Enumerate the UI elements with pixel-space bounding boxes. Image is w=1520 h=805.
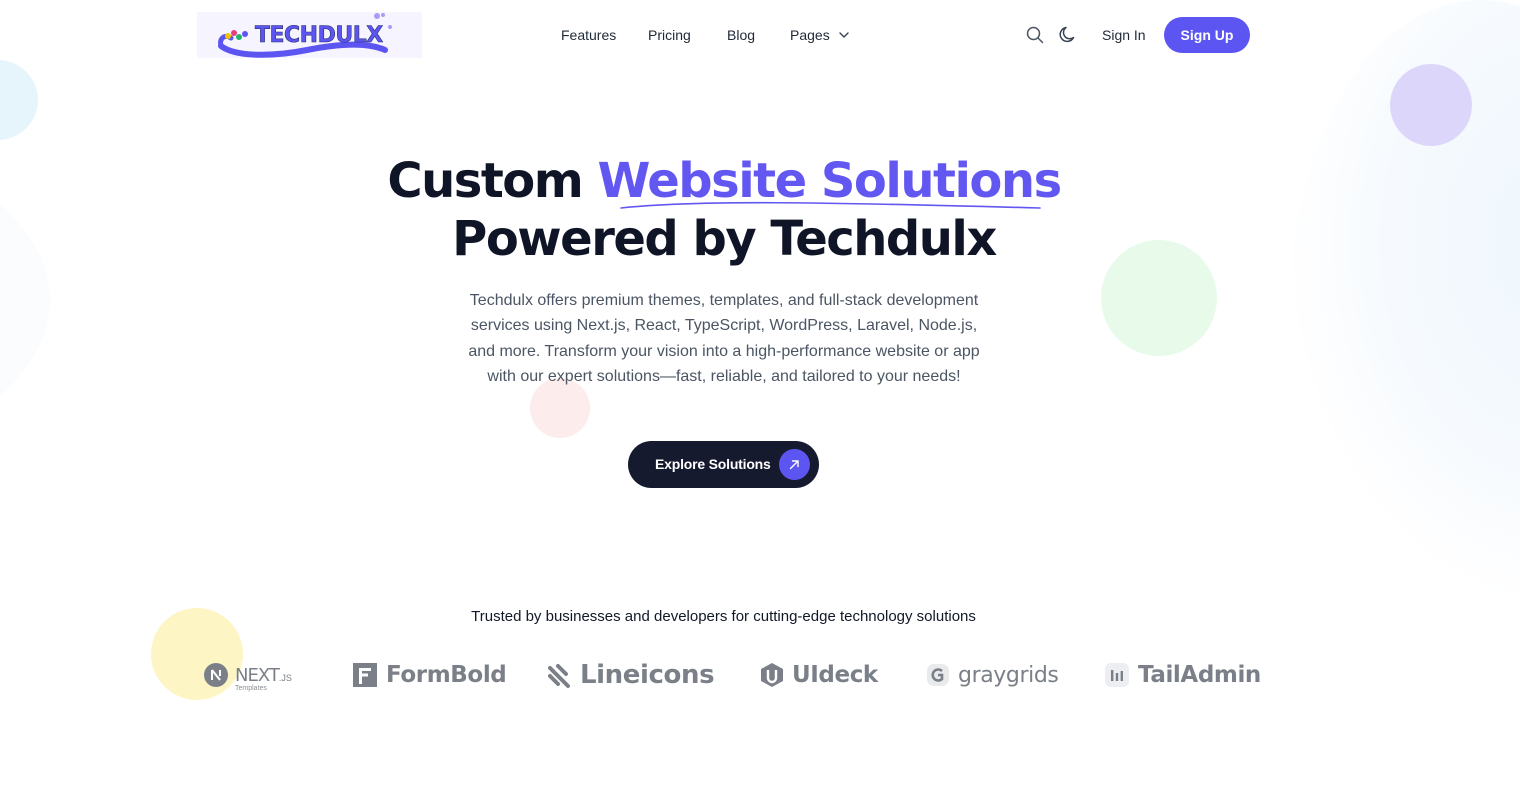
- nav-features[interactable]: Features: [561, 24, 616, 46]
- explore-solutions-button[interactable]: Explore Solutions: [628, 441, 819, 488]
- hero-title-part1: Custom: [387, 153, 598, 209]
- logo-wordmark: TECHDULX: [255, 23, 383, 48]
- explore-solutions-label: Explore Solutions: [655, 456, 771, 472]
- theme-toggle-button[interactable]: [1057, 24, 1079, 46]
- nav-pages-label: Pages: [790, 27, 830, 43]
- sign-in-link[interactable]: Sign In: [1102, 24, 1146, 46]
- lineicons-logo-icon: [548, 664, 570, 688]
- site-header: TECHDULX Features Pricing Blog Pages Sig…: [0, 0, 1520, 70]
- decorative-circle-blue: [0, 60, 38, 140]
- search-button[interactable]: [1024, 24, 1046, 46]
- decorative-arc: [0, 120, 50, 480]
- brand-uideck[interactable]: UIdeck: [760, 656, 878, 694]
- trusted-by-heading: Trusted by businesses and developers for…: [471, 608, 976, 625]
- nextjs-wordmark: NEXT.JS Templates: [235, 664, 292, 692]
- formbold-logo-icon: [353, 663, 377, 687]
- lineicons-name: Lineicons: [580, 660, 715, 690]
- search-icon: [1026, 26, 1044, 44]
- hero-title-line2: Powered by Techdulx: [452, 211, 997, 267]
- graygrids-name: graygrids: [958, 662, 1059, 688]
- site-logo[interactable]: TECHDULX: [197, 12, 422, 58]
- logo-graphic: TECHDULX: [218, 13, 392, 58]
- graygrids-logo-icon: [927, 664, 949, 686]
- nextjs-suffix: .JS: [278, 672, 292, 683]
- nav-blog[interactable]: Blog: [727, 24, 755, 46]
- brand-graygrids[interactable]: graygrids: [926, 656, 1059, 694]
- brand-nextjs-templates[interactable]: NEXT.JS Templates: [203, 656, 292, 694]
- uideck-logo-icon: [761, 663, 783, 687]
- brand-formbold[interactable]: FormBold: [352, 656, 507, 694]
- brand-tailadmin[interactable]: TailAdmin: [1104, 656, 1261, 694]
- header-actions: Sign In Sign Up: [1024, 17, 1254, 53]
- chevron-down-icon: [839, 32, 849, 38]
- tailadmin-logo-icon: [1105, 663, 1129, 687]
- moon-icon: [1059, 26, 1075, 43]
- nav-pages-dropdown[interactable]: Pages: [790, 24, 850, 46]
- hero-description: Techdulx offers premium themes, template…: [468, 292, 980, 385]
- formbold-name: FormBold: [386, 662, 507, 688]
- brand-lineicons[interactable]: Lineicons: [546, 656, 715, 694]
- nextjs-name: NEXT: [235, 664, 280, 686]
- page: TECHDULX Features Pricing Blog Pages Sig…: [0, 0, 1520, 805]
- decorative-circle-purple: [1390, 64, 1472, 146]
- nextjs-logo-icon: [204, 663, 228, 687]
- tailadmin-name: TailAdmin: [1138, 662, 1261, 688]
- arrow-up-right-icon: [779, 449, 810, 480]
- uideck-name: UIdeck: [792, 662, 878, 688]
- nextjs-sub: Templates: [235, 684, 267, 692]
- title-underline-decoration: [620, 201, 1041, 209]
- sign-up-button[interactable]: Sign Up: [1164, 17, 1250, 53]
- nav-pricing[interactable]: Pricing: [648, 24, 691, 46]
